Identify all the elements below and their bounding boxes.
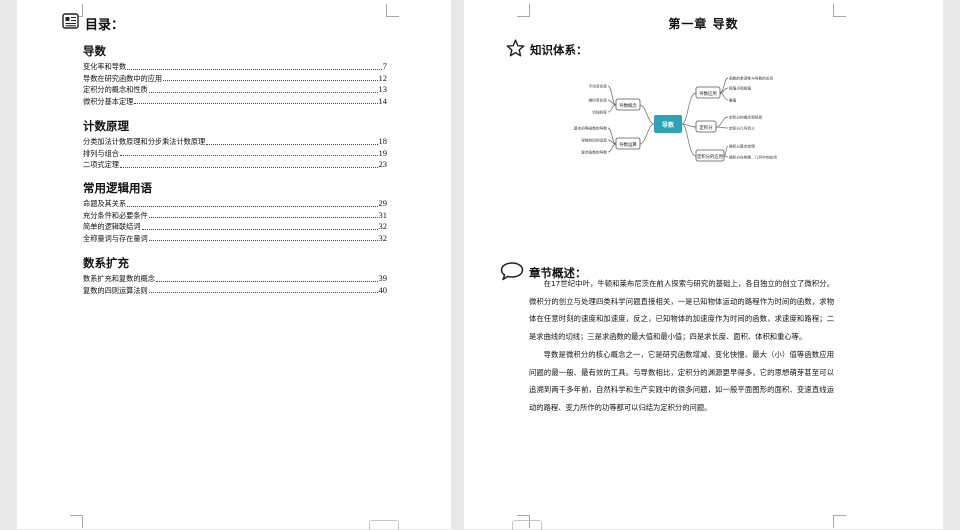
toc-section: 导数 变化率和导数 7 导数在研究函数中的应用 12 定积分的概念和性质 13 微积分… bbox=[83, 43, 387, 107]
toc-entry[interactable]: 二项式定理 23 bbox=[83, 159, 387, 171]
leader-dots bbox=[148, 240, 378, 242]
toc-entry[interactable]: 全称量词与存在量词 32 bbox=[83, 233, 387, 245]
mindmap-leaf-label: 导数的四则运算 bbox=[581, 138, 607, 143]
knowledge-heading: 知识体系： bbox=[506, 39, 588, 61]
toc-entry[interactable]: 导数在研究函数中的应用 12 bbox=[83, 73, 387, 85]
mindmap-leaf-label: 复合函数的导数 bbox=[581, 150, 607, 155]
toc-entry[interactable]: 简单的逻辑联结词 32 bbox=[83, 221, 387, 233]
mindmap-center-label: 导数 bbox=[662, 121, 675, 129]
toc-entry-text: 定积分的概念和性质 bbox=[83, 85, 148, 95]
toc-section-heading: 计数原理 bbox=[83, 119, 129, 133]
leader-dots bbox=[148, 292, 378, 294]
leader-dots bbox=[155, 280, 378, 282]
mindmap-leaf-label: 瞬时变化率 bbox=[589, 98, 608, 103]
margin-corner bbox=[70, 515, 83, 528]
toc-entry-text: 简单的逻辑联结词 bbox=[83, 222, 141, 232]
toc-entry-text: 命题及其关系 bbox=[83, 199, 127, 208]
toc-entry[interactable]: 定积分的概念和性质 13 bbox=[83, 84, 387, 96]
toc-entry[interactable]: 微积分基本定理 14 bbox=[83, 96, 387, 108]
mindmap-leaf-label: 切线斜率 bbox=[592, 110, 607, 115]
toc-entry-text: 充分条件和必要条件 bbox=[83, 210, 148, 220]
toc-entry-text: 数系扩充和复数的概念 bbox=[83, 274, 155, 283]
toc-entry-page: 32 bbox=[378, 232, 388, 243]
toc-entry-page: 19 bbox=[378, 147, 388, 158]
toc-entry-page: 18 bbox=[378, 136, 388, 146]
margin-corner bbox=[833, 515, 846, 528]
leader-dots bbox=[119, 155, 378, 157]
toc-entry-text: 复数的四则运算法则 bbox=[83, 285, 148, 295]
toc-section-heading: 数系扩充 bbox=[83, 256, 129, 270]
toc-section: 常用逻辑用语 命题及其关系 29 充分条件和必要条件 31 简单的逻辑联结词 32 全… bbox=[83, 180, 387, 244]
toc-entry-text: 分类加法计数原理和分步乘法计数原理 bbox=[83, 137, 206, 146]
toc-entry[interactable]: 充分条件和必要条件 31 bbox=[83, 210, 387, 222]
mindmap-leaf-label: 微积分基本定理 bbox=[729, 144, 755, 149]
toc-entry-text: 导数在研究函数中的应用 bbox=[83, 73, 163, 83]
toc-entry-text: 变化率和导数 bbox=[83, 62, 127, 71]
toc-entry-page: 39 bbox=[378, 273, 388, 283]
toc-entry-page: 23 bbox=[378, 159, 388, 170]
toc-entry[interactable]: 数系扩充和复数的概念 39 bbox=[83, 273, 387, 285]
toc-entry-page: 13 bbox=[378, 84, 388, 95]
book-icon bbox=[62, 13, 79, 33]
toc-entry-page: 40 bbox=[378, 284, 388, 295]
leader-dots bbox=[163, 80, 378, 82]
mindmap-leaf-label: 最值 bbox=[729, 98, 737, 103]
toc-entry[interactable]: 变化率和导数 7 bbox=[83, 61, 387, 73]
margin-corner bbox=[386, 4, 399, 17]
leader-dots bbox=[134, 103, 378, 105]
overview-paragraph: 在17世纪中叶，牛顿和莱布尼茨在前人探索与研究的基础上，各自独立的创立了微积分。… bbox=[529, 279, 834, 342]
mindmap-branch-label: 定积分 bbox=[699, 124, 713, 131]
leader-dots bbox=[127, 205, 378, 207]
toc-entry[interactable]: 分类加法计数原理和分步乘法计数原理 18 bbox=[83, 136, 387, 148]
toc-entry-page: 31 bbox=[378, 209, 388, 220]
knowledge-label: 知识体系： bbox=[530, 43, 588, 57]
document-page-right: 第一章 导数 知识体系： 导数 导数概念 导数运算 导数应用 定积分 定积分的应… bbox=[464, 0, 943, 530]
mindmap-leaf-label: 平均变化率 bbox=[589, 84, 608, 89]
knowledge-mindmap: 导数 导数概念 导数运算 导数应用 定积分 定积分的应用 平均变化率 瞬时变化率… bbox=[574, 76, 777, 162]
toc-entry-page: 32 bbox=[378, 221, 388, 232]
chapter-overview-text: 在17世纪中叶，牛顿和莱布尼茨在前人探索与研究的基础上，各自独立的创立了微积分。… bbox=[529, 275, 834, 417]
toc-entry[interactable]: 命题及其关系 29 bbox=[83, 198, 387, 210]
mindmap-leaf-label: 定积分的概念和性质 bbox=[729, 115, 762, 120]
toc-section-heading: 常用逻辑用语 bbox=[83, 181, 152, 195]
toc-section: 数系扩充 数系扩充和复数的概念 39 复数的四则运算法则 40 bbox=[83, 255, 387, 296]
toc-entry[interactable]: 复数的四则运算法则 40 bbox=[83, 285, 387, 297]
leader-dots bbox=[148, 91, 378, 93]
toc-heading: 目录： bbox=[62, 13, 124, 33]
toc-section-heading: 导数 bbox=[83, 44, 106, 58]
leader-dots bbox=[148, 217, 378, 219]
mindmap-leaf-label: 定积分几何意义 bbox=[729, 126, 755, 131]
chapter-title: 第一章 导数 bbox=[668, 17, 739, 31]
mindmap-leaf-label: 微积分在物理、几何中的应用 bbox=[729, 155, 777, 160]
star-icon bbox=[506, 39, 525, 61]
overview-paragraph: 导数是微积分的核心概念之一，它是研究函数增减、变化快慢、最大（小）值等函数应用问… bbox=[529, 349, 834, 412]
toc-entry-text: 微积分基本定理 bbox=[83, 96, 134, 106]
mindmap-branch-label: 定积分的应用 bbox=[697, 153, 723, 160]
toc-entry-text: 全称量词与存在量词 bbox=[83, 233, 148, 243]
toc-title: 目录： bbox=[85, 17, 125, 33]
toc-entry-text: 排列与组合 bbox=[83, 148, 119, 158]
toc-entry-page: 7 bbox=[382, 61, 387, 71]
leader-dots bbox=[127, 68, 382, 70]
mindmap-branch-label: 导数应用 bbox=[699, 90, 717, 97]
toc-entry-page: 12 bbox=[378, 72, 388, 83]
document-page-left: 目录： 导数 变化率和导数 7 导数在研究函数中的应用 12 定积分的概念和性质 13… bbox=[17, 0, 451, 530]
speech-bubble-icon bbox=[500, 261, 524, 285]
mindmap-branch-label: 导数概念 bbox=[619, 102, 637, 109]
leader-dots bbox=[206, 143, 378, 145]
leader-dots bbox=[141, 228, 378, 230]
mindmap-leaf-label: 基本初等函数的导数 bbox=[574, 126, 607, 131]
toc-entry[interactable]: 排列与组合 19 bbox=[83, 148, 387, 160]
leader-dots bbox=[119, 166, 378, 168]
toc-section: 计数原理 分类加法计数原理和分步乘法计数原理 18 排列与组合 19 二项式定理 23 bbox=[83, 118, 387, 171]
toc-entry-page: 14 bbox=[378, 95, 388, 106]
toc-entry-page: 29 bbox=[378, 198, 388, 208]
mindmap-leaf-label: 函数的单调性与导数的关系 bbox=[729, 76, 774, 81]
mindmap-leaf-label: 极值点和极值 bbox=[729, 86, 751, 91]
toc-entry-text: 二项式定理 bbox=[83, 160, 119, 170]
mindmap-branch-label: 导数运算 bbox=[619, 141, 637, 148]
